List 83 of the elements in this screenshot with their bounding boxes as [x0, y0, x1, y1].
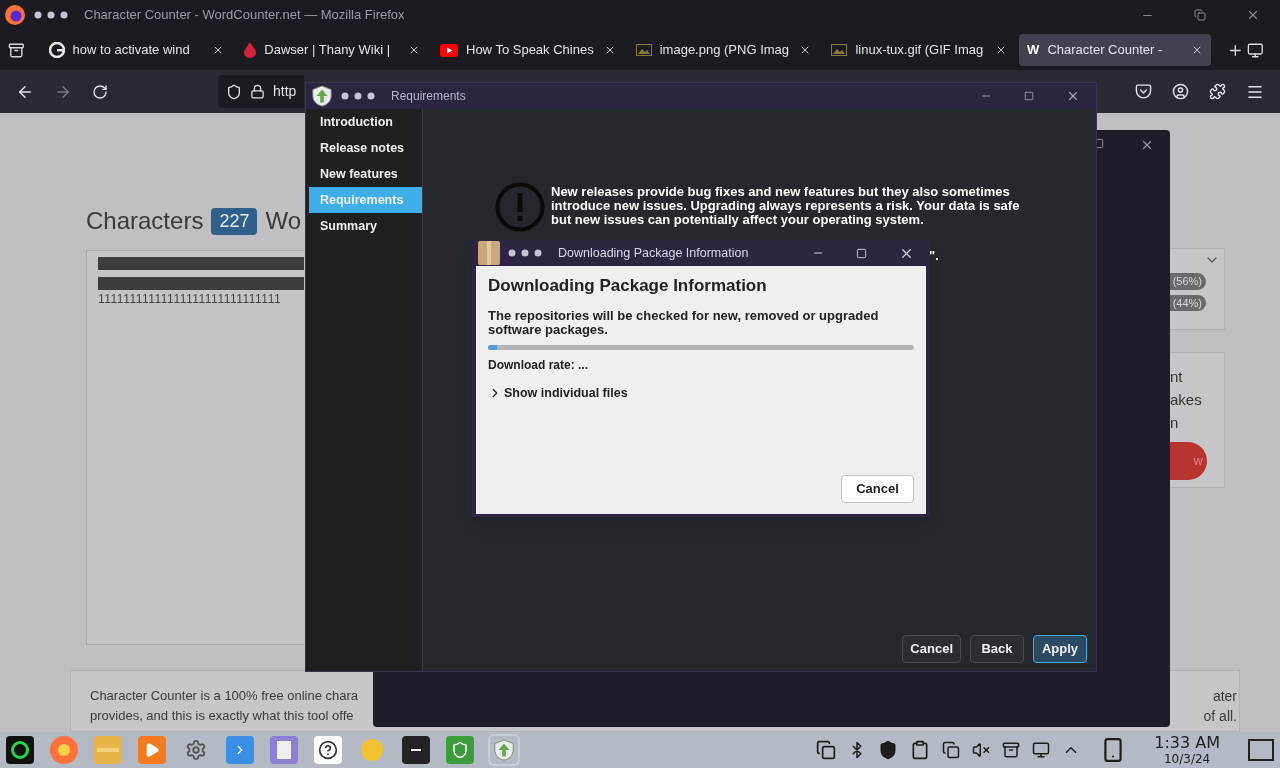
- mute-icon[interactable]: [972, 741, 991, 759]
- message-tail: ".: [929, 247, 940, 265]
- tab-title: how to activate wind: [72, 41, 190, 60]
- pocket-icon[interactable]: [1135, 83, 1152, 100]
- window-title: Character Counter - WordCounter.net — Mozilla Firefox: [84, 6, 405, 25]
- package-icon: [478, 241, 500, 265]
- dots-icon: [508, 249, 542, 257]
- tab-title: image.png (PNG Imag: [659, 41, 790, 60]
- browser-tab[interactable]: How To Speak Chines: [432, 34, 624, 66]
- tab-title: Character Counter -: [1047, 41, 1163, 60]
- shield-icon[interactable]: [878, 740, 899, 760]
- help-icon[interactable]: [314, 736, 342, 764]
- text-area[interactable]: 11111111111111111111111111111: [86, 250, 304, 645]
- shield-arrow-icon: [311, 85, 333, 107]
- description-text: of all.: [1203, 707, 1237, 726]
- tab-title: Dawser | Thany Wiki |: [264, 41, 390, 60]
- window-title: Downloading Package Information: [558, 244, 749, 262]
- dialog-button[interactable]: Apply: [1033, 635, 1087, 663]
- dialog-heading: Downloading Package Information: [488, 275, 768, 297]
- sidebar-item[interactable]: Introduction: [309, 109, 422, 135]
- shield-arrow-icon: [493, 739, 515, 761]
- description-text: provides, and this is exactly what this tool offe: [90, 707, 355, 725]
- extensions-icon[interactable]: [1209, 83, 1226, 100]
- reload-icon[interactable]: [92, 83, 108, 100]
- tab-title: How To Speak Chines: [466, 41, 594, 60]
- dots-icon: [341, 92, 375, 100]
- promo-text: n: [1170, 413, 1180, 433]
- dialog-button[interactable]: Cancel: [902, 635, 961, 663]
- percent-badge: (56%): [1168, 273, 1206, 290]
- clock-time: 1:33 AM: [1154, 735, 1220, 751]
- start-menu-icon[interactable]: [6, 736, 34, 764]
- browser-tab[interactable]: how to activate wind: [40, 34, 233, 66]
- download-rate: Download rate: ...: [488, 356, 589, 374]
- tab-favicon: W: [1027, 41, 1040, 60]
- shield-icon: [226, 83, 242, 100]
- text-content: 11111111111111111111111111111: [98, 291, 283, 308]
- close-icon[interactable]: [1246, 8, 1260, 22]
- close-icon[interactable]: [1140, 138, 1154, 152]
- heading: Characters: [86, 206, 204, 236]
- image-icon: [635, 44, 652, 56]
- dots-icon: [34, 11, 68, 19]
- window-icon[interactable]: [1247, 41, 1264, 59]
- restore-icon[interactable]: [1194, 9, 1206, 21]
- terminal-icon[interactable]: [402, 736, 430, 764]
- files-expander[interactable]: Show individual files: [488, 383, 914, 403]
- image-icon: [831, 44, 848, 56]
- lock-icon: [250, 84, 265, 99]
- window-title: Requirements: [391, 88, 466, 105]
- storage-icon[interactable]: [1002, 741, 1021, 759]
- promo-text: nt: [1170, 367, 1184, 387]
- show-desktop-icon[interactable]: [1248, 739, 1274, 761]
- description-text: ater: [1212, 687, 1237, 706]
- sidebar-item[interactable]: Summary: [309, 213, 422, 239]
- dialog-button[interactable]: Back: [970, 635, 1024, 663]
- description-text: Character Counter is a 100% free online chara: [90, 687, 359, 705]
- url-field[interactable]: http: [218, 75, 304, 108]
- close-icon[interactable]: [1066, 89, 1080, 103]
- close-tab-icon[interactable]: [408, 44, 420, 56]
- maximize-icon[interactable]: [856, 247, 867, 259]
- browser-tab[interactable]: linux-tux.gif (GIF Imag: [823, 34, 1016, 66]
- clock-date: 10/3/24: [1164, 753, 1211, 765]
- dialog-description: The repositories will be checked for new, removed or upgraded software packages.: [488, 308, 880, 337]
- copy-icon[interactable]: [942, 741, 961, 759]
- document-icon[interactable]: [270, 736, 298, 764]
- video-icon: [440, 43, 458, 57]
- media-player-icon[interactable]: [138, 736, 166, 764]
- browser-tab[interactable]: image.png (PNG Imag: [627, 34, 820, 66]
- browser-tab[interactable]: W Character Counter -: [1019, 34, 1211, 66]
- warning-message: New releases provide bug fixes and new features but they also sometimes introduce new issues. Upgrading always represents a risk. Your data is safe but new issues can potentially affect your operating system.: [551, 185, 1021, 227]
- sidebar-item[interactable]: Release notes: [309, 135, 422, 161]
- warning-icon: [495, 182, 545, 232]
- heading: Wo: [265, 206, 301, 236]
- count-badge: 227: [211, 207, 258, 235]
- promo-text: akes: [1170, 390, 1203, 410]
- notes-icon[interactable]: [910, 740, 931, 760]
- sidebar-item[interactable]: New features: [309, 161, 422, 187]
- maximize-icon[interactable]: [1024, 91, 1034, 101]
- cancel-button[interactable]: Cancel: [841, 475, 914, 503]
- account-icon[interactable]: [1172, 83, 1189, 100]
- percent-badge: (44%): [1168, 294, 1206, 311]
- google-icon: [48, 42, 65, 58]
- browser-tab[interactable]: Dawser | Thany Wiki |: [236, 34, 428, 66]
- tab-title: linux-tux.gif (GIF Imag: [855, 41, 984, 60]
